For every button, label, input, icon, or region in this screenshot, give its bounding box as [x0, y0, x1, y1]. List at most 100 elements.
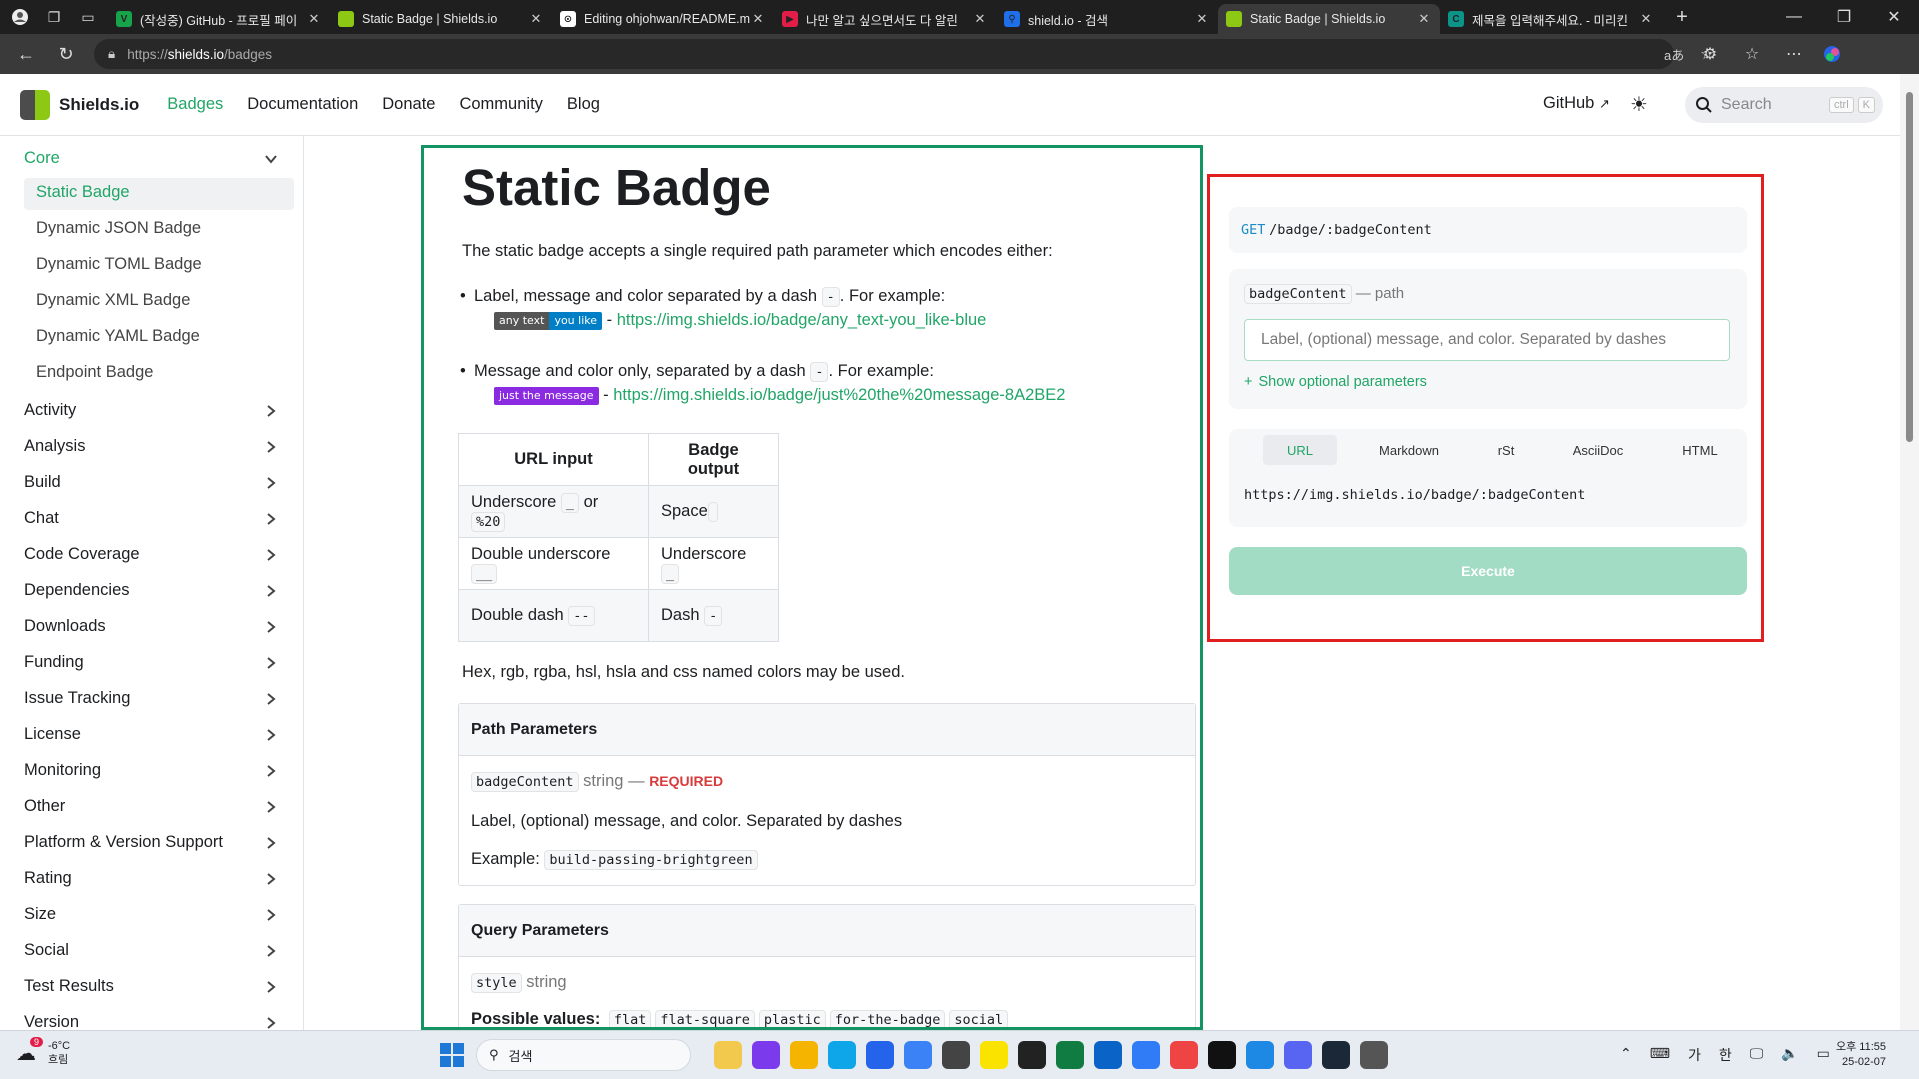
sidebar-category[interactable]: Size [24, 905, 56, 924]
steam-icon[interactable] [1322, 1041, 1350, 1069]
tab-close-icon[interactable]: ✕ [972, 11, 988, 27]
calculator-icon[interactable] [904, 1041, 932, 1069]
sidebar-category[interactable]: Chat [24, 509, 59, 528]
tab-close-icon[interactable]: ✕ [750, 11, 766, 27]
ime-lang[interactable]: 한 [1719, 1045, 1732, 1065]
close-window-button[interactable]: ✕ [1869, 0, 1919, 34]
minimize-button[interactable]: — [1769, 0, 1819, 34]
chevron-right-icon[interactable] [264, 476, 278, 490]
notion-icon[interactable] [1208, 1041, 1236, 1069]
new-tab-button[interactable]: + [1668, 3, 1696, 31]
todo-icon[interactable] [1132, 1041, 1160, 1069]
sidebar-item[interactable]: Endpoint Badge [36, 363, 153, 382]
browser-tab[interactable]: V (작성중) GitHub - 프로필 페이 ✕ [108, 4, 330, 34]
sidebar-category[interactable]: Build [24, 473, 61, 492]
chevron-right-icon[interactable] [264, 836, 278, 850]
sidebar-item[interactable]: Dynamic XML Badge [36, 291, 190, 310]
kakaotalk-icon[interactable] [980, 1041, 1008, 1069]
nav-community[interactable]: Community [459, 95, 542, 114]
notepad-icon[interactable] [942, 1041, 970, 1069]
sidebar-category[interactable]: Code Coverage [24, 545, 140, 564]
tray-chevron-icon[interactable]: ⌃ [1620, 1045, 1632, 1065]
show-optional-params-button[interactable]: + Show optional parameters [1244, 374, 1427, 390]
chevron-right-icon[interactable] [264, 800, 278, 814]
execute-button[interactable]: Execute [1229, 547, 1747, 595]
tab-close-icon[interactable]: ✕ [1194, 11, 1210, 27]
more-menu-icon[interactable]: ⋯ [1778, 38, 1810, 70]
sidebar-category[interactable]: Rating [24, 869, 72, 888]
sidebar-category[interactable]: Version [24, 1013, 79, 1030]
format-tab-url[interactable]: URL [1263, 435, 1337, 465]
sidebar-category[interactable]: Downloads [24, 617, 106, 636]
format-tab-html[interactable]: HTML [1665, 435, 1735, 465]
sidebar-category[interactable]: Analysis [24, 437, 85, 456]
chevron-right-icon[interactable] [264, 728, 278, 742]
chevron-right-icon[interactable] [264, 944, 278, 958]
badge-content-input[interactable]: Label, (optional) message, and color. Se… [1244, 319, 1730, 361]
site-logo-text[interactable]: Shields.io [59, 95, 139, 115]
sidebar-category-core[interactable]: Core [24, 149, 60, 168]
browser-tab[interactable]: C 제목을 입력해주세요. - 미리킨 ✕ [1440, 4, 1662, 34]
sidebar-item[interactable]: Dynamic JSON Badge [36, 219, 201, 238]
sidebar-category[interactable]: Other [24, 797, 65, 816]
network-icon[interactable]: 🖵 [1750, 1045, 1764, 1065]
tab-close-icon[interactable]: ✕ [1416, 11, 1432, 27]
chevron-right-icon[interactable] [264, 908, 278, 922]
vscode-icon[interactable] [1246, 1041, 1274, 1069]
back-button[interactable]: ← [10, 38, 42, 70]
favorite-star-icon[interactable]: ☆ [1700, 44, 1714, 64]
folder-icon[interactable] [790, 1041, 818, 1069]
start-button[interactable] [440, 1043, 464, 1067]
chevron-right-icon[interactable] [264, 764, 278, 778]
sidebar-category[interactable]: Issue Tracking [24, 689, 130, 708]
read-aloud-icon[interactable]: aあ [1664, 45, 1684, 64]
chevron-right-icon[interactable] [264, 656, 278, 670]
sidebar-category[interactable]: Monitoring [24, 761, 101, 780]
copilot-app-icon[interactable] [752, 1041, 780, 1069]
shields-logo-icon[interactable] [20, 89, 50, 120]
chevron-right-icon[interactable] [264, 980, 278, 994]
sidebar-category[interactable]: Activity [24, 401, 76, 420]
format-tab-asciidoc[interactable]: AsciiDoc [1553, 435, 1643, 465]
refresh-button[interactable]: ↻ [50, 38, 82, 70]
sidebar-item[interactable]: Static Badge [36, 183, 130, 202]
clock[interactable]: 오후 11:55 25-02-07 [1836, 1040, 1886, 1070]
nav-badges[interactable]: Badges [167, 95, 223, 114]
tab-close-icon[interactable]: ✕ [528, 11, 544, 27]
format-tab-markdown[interactable]: Markdown [1359, 435, 1459, 465]
scrollbar-thumb[interactable] [1906, 92, 1913, 442]
tab-close-icon[interactable]: ✕ [306, 11, 322, 27]
theme-toggle-icon[interactable]: ☀ [1630, 92, 1648, 117]
nav-github[interactable]: GitHub ↗ [1543, 94, 1610, 113]
keyboard-icon[interactable]: ⌨ [1650, 1045, 1670, 1065]
nav-documentation[interactable]: Documentation [247, 95, 358, 114]
sidebar-category[interactable]: Platform & Version Support [24, 833, 223, 852]
browser-tab[interactable]: ⊙ Editing ohjohwan/README.md ✕ [552, 4, 774, 34]
sidebar-item[interactable]: Dynamic TOML Badge [36, 255, 202, 274]
chevron-right-icon[interactable] [264, 620, 278, 634]
alienware-icon[interactable] [1018, 1041, 1046, 1069]
browser-tab[interactable]: Static Badge | Shields.io ✕ [1218, 4, 1440, 34]
url-field[interactable]: 🔒︎ https://shields.io/badges aあ ☆ [94, 39, 1714, 69]
chevron-down-icon[interactable] [264, 152, 278, 166]
favorites-icon[interactable]: ☆ [1736, 38, 1768, 70]
sidebar-item[interactable]: Dynamic YAML Badge [36, 327, 200, 346]
volume-icon[interactable]: 🔈 [1781, 1045, 1798, 1065]
chevron-right-icon[interactable] [264, 512, 278, 526]
nav-blog[interactable]: Blog [567, 95, 600, 114]
chevron-right-icon[interactable] [264, 548, 278, 562]
chevron-right-icon[interactable] [264, 872, 278, 886]
photo-icon[interactable] [1170, 1041, 1198, 1069]
sidebar-category[interactable]: Dependencies [24, 581, 130, 600]
store-icon[interactable] [866, 1041, 894, 1069]
maximize-button[interactable]: ❐ [1819, 0, 1869, 34]
sidebar-category[interactable]: License [24, 725, 81, 744]
chevron-right-icon[interactable] [264, 404, 278, 418]
chevron-right-icon[interactable] [264, 584, 278, 598]
example-link-2[interactable]: https://img.shields.io/badge/just%20the%… [613, 386, 1065, 404]
workspaces-icon[interactable]: ❐ [40, 3, 68, 31]
ime-mode[interactable]: 가 [1688, 1045, 1701, 1065]
chevron-right-icon[interactable] [264, 1016, 278, 1030]
weather-widget[interactable]: ☁ 9 -6°C 흐림 [16, 1036, 70, 1067]
sidebar-category[interactable]: Test Results [24, 977, 114, 996]
